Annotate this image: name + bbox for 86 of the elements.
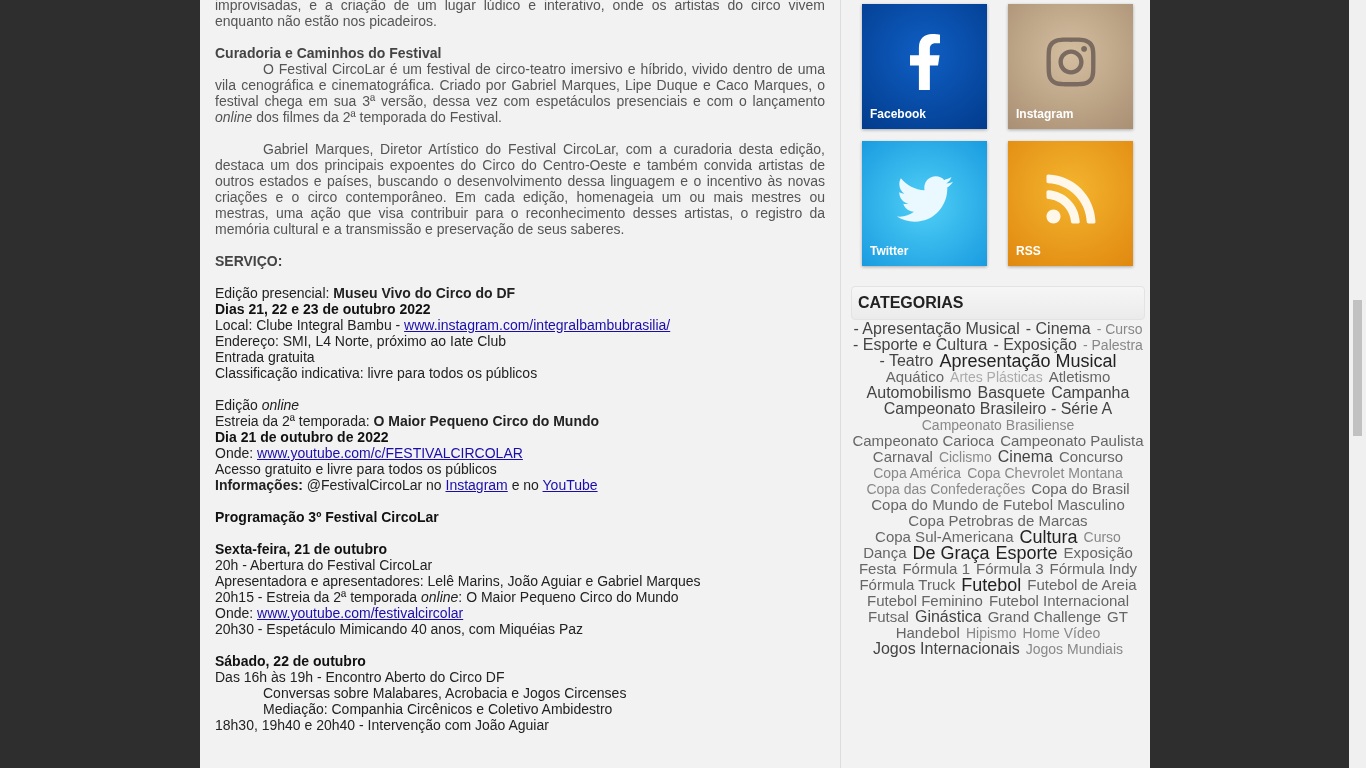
category-tag[interactable]: Copa América (873, 465, 962, 481)
text-line: 18h30, 19h40 e 20h40 - Intervenção com João Aguiar (215, 717, 550, 733)
category-tag[interactable]: - Teatro (879, 353, 934, 369)
category-tag[interactable]: - Esporte e Cultura (853, 337, 988, 353)
category-tag[interactable]: Campeonato Brasiliense (921, 417, 1075, 433)
category-tag[interactable]: - Exposição (993, 337, 1077, 353)
text-line: Local: Clube Integral Bambu - www.instagram.com/integralbambubrasilia/ (215, 317, 672, 333)
bold-line: Dias 21, 22 e 23 de outubro 2022 (215, 301, 432, 317)
text-line: Entrada gratuita (215, 349, 316, 365)
text-line: Conversas sobre Malabares, Acrobacia e Jogos Circenses (262, 685, 628, 701)
category-tag[interactable]: Handebol (895, 625, 960, 641)
category-tag[interactable]: Copa Sul-Americana (875, 529, 1014, 545)
category-tag[interactable]: Home Vídeo (1022, 625, 1101, 641)
category-tag[interactable]: Jogos Internacionais (872, 641, 1020, 657)
category-tag[interactable]: Ciclismo (938, 449, 992, 465)
category-tag[interactable]: GT (1107, 609, 1128, 625)
text-line: 20h - Abertura do Festival CircoLar (215, 557, 434, 573)
text-line: 20h15 - Estreia da 2ª temporada online: O Maior Pequeno Circo do Mundo (215, 589, 680, 605)
category-tag[interactable]: Ginástica (914, 609, 982, 625)
category-tag[interactable]: - Curso (1096, 321, 1143, 337)
category-tag[interactable]: Dança (863, 545, 907, 561)
category-tag[interactable]: Copa Chevrolet Montana (967, 465, 1123, 481)
section-heading: SERVIÇO: (215, 253, 284, 269)
text-line: Onde: www.youtube.com/c/FESTIVALCIRCOLAR (215, 445, 524, 461)
text-line: Mediação: Companhia Circênicos e Coletivo Ambidestro (262, 701, 614, 717)
category-tag[interactable]: - Apresentação Musical (853, 321, 1020, 337)
category-tag[interactable]: Copa Petrobras de Marcas (908, 513, 1088, 529)
link[interactable]: YouTube (542, 477, 598, 493)
text-line: 20h30 - Espetáculo Mimicando 40 anos, com Miquéias Paz (215, 621, 585, 637)
text-line: Edição presencial: Museu Vivo do Circo do DF (215, 285, 517, 301)
category-tag[interactable]: - Palestra (1082, 337, 1143, 353)
category-tag[interactable]: Copa do Brasil (1031, 481, 1130, 497)
category-tag[interactable]: Exposição (1063, 545, 1133, 561)
text-line: Das 16h às 19h - Encontro Aberto do Circo DF (215, 669, 506, 685)
category-tag[interactable]: Copa do Mundo de Futebol Masculino (871, 497, 1125, 513)
category-tag[interactable]: Carnaval (872, 449, 933, 465)
bold-line: Sábado, 22 de outubro (215, 653, 367, 669)
bold-line: Sexta-feira, 21 de outubro (215, 541, 388, 557)
category-tag[interactable]: Futsal (868, 609, 909, 625)
link[interactable]: www.youtube.com/festivalcircolar (257, 605, 464, 621)
bold-line: Programação 3º Festival CircoLar (215, 509, 440, 525)
category-tag[interactable]: Jogos Mundiais (1025, 641, 1123, 657)
category-tag[interactable]: Automobilismo (866, 385, 972, 401)
text-line: Estreia da 2ª temporada: O Maior Pequeno Circo do Mundo (215, 413, 601, 429)
link[interactable]: www.youtube.com/c/FESTIVALCIRCOLAR (257, 445, 523, 461)
category-tag[interactable]: Campeonato Brasileiro - Série A (883, 401, 1113, 417)
category-tag[interactable]: Campeonato Paulista (1000, 433, 1144, 449)
text-line: Informações: @FestivalCircoLar no Instagram e no YouTube (215, 477, 599, 493)
text-line: Onde: www.youtube.com/festivalcircolar (215, 605, 465, 621)
categories-header: CATEGORIAS (851, 286, 1145, 320)
text-line: Edição online (215, 397, 301, 413)
category-tag[interactable]: Grand Challenge (987, 609, 1102, 625)
category-tag[interactable]: Curso (1083, 529, 1121, 545)
category-tag[interactable]: Basquete (977, 385, 1046, 401)
social-tile[interactable]: Facebook (862, 4, 987, 129)
category-tag[interactable]: Hipismo (965, 625, 1017, 641)
bold-line: Dia 21 de outubro de 2022 (215, 429, 390, 445)
paragraph: Gabriel Marques, Diretor Artístico do Festival CircoLar, com a curadoria desta edição, destaca um dos principais expoentes do Circo do Centro-Oeste e também convida artistas de outros estados e países, buscando o desenvolvimento dessa linguagem e o incentivo às novas criações e o circo contemporâneo. Em cada edição, homenageia um ou mais mestres ou mestras, uma ação que visa contribuir para o reconhecimento desses artistas, o registro da memória cultural e a transmissão e preservação de seus saberes. (215, 141, 825, 237)
category-tag[interactable]: Atletismo (1048, 369, 1111, 385)
text-line: Classificação indicativa: livre para todos os públicos (215, 365, 539, 381)
category-tag[interactable]: De Graça (912, 545, 990, 561)
category-tag[interactable]: Fórmula Indy (1049, 561, 1138, 577)
category-tag[interactable]: Festa (858, 561, 897, 577)
category-tag[interactable]: Futebol Feminino (867, 593, 983, 609)
category-tag[interactable]: Esporte (995, 545, 1058, 561)
category-tag[interactable]: Campeonato Carioca (852, 433, 995, 449)
paragraph: O Festival CircoLar é um festival de circo-teatro imersivo e híbrido, vivido dentro de uma vila cenográfica e cinematográfica. Criado por Gabriel Marques, Lipe Duque e Caco Marques, o festival chega em sua 3ª versão, dessa vez com espetáculos presenciais e com o lançamento online dos filmes da 2ª temporada do Festival. (215, 61, 825, 125)
category-tag[interactable]: Cultura (1019, 529, 1078, 545)
category-tag[interactable]: - Cinema (1025, 321, 1091, 337)
category-tag[interactable]: Fórmula Truck (859, 577, 956, 593)
text-line: Acesso gratuito e livre para todos os públicos (215, 461, 498, 477)
category-tag[interactable]: Copa das Confederações (866, 481, 1026, 497)
category-tag[interactable]: Aquático (885, 369, 945, 385)
paragraph: improvisadas, e a criação de um lugar lúdico e interativo, onde os artistas do circo vivem enquanto não estão nos picadeiros. (215, 0, 825, 29)
section-heading: Curadoria e Caminhos do Festival (215, 45, 443, 61)
text-line: Apresentadora e apresentadores: Lelê Marins, João Aguiar e Gabriel Marques (215, 573, 702, 589)
category-tag[interactable]: Concurso (1058, 449, 1124, 465)
category-tag[interactable]: Fórmula 1 (902, 561, 970, 577)
category-tag[interactable]: Cinema (997, 449, 1053, 465)
text-line: Endereço: SMI, L4 Norte, próximo ao Iate Club (215, 333, 508, 349)
link[interactable]: Instagram (445, 477, 508, 493)
category-tag[interactable]: Campanha (1051, 385, 1130, 401)
category-tag[interactable]: Futebol de Areia (1027, 577, 1137, 593)
category-tag[interactable]: Futebol (961, 577, 1022, 593)
category-tag[interactable]: Futebol Internacional (988, 593, 1129, 609)
link[interactable]: www.instagram.com/integralbambubrasilia/ (404, 317, 671, 333)
